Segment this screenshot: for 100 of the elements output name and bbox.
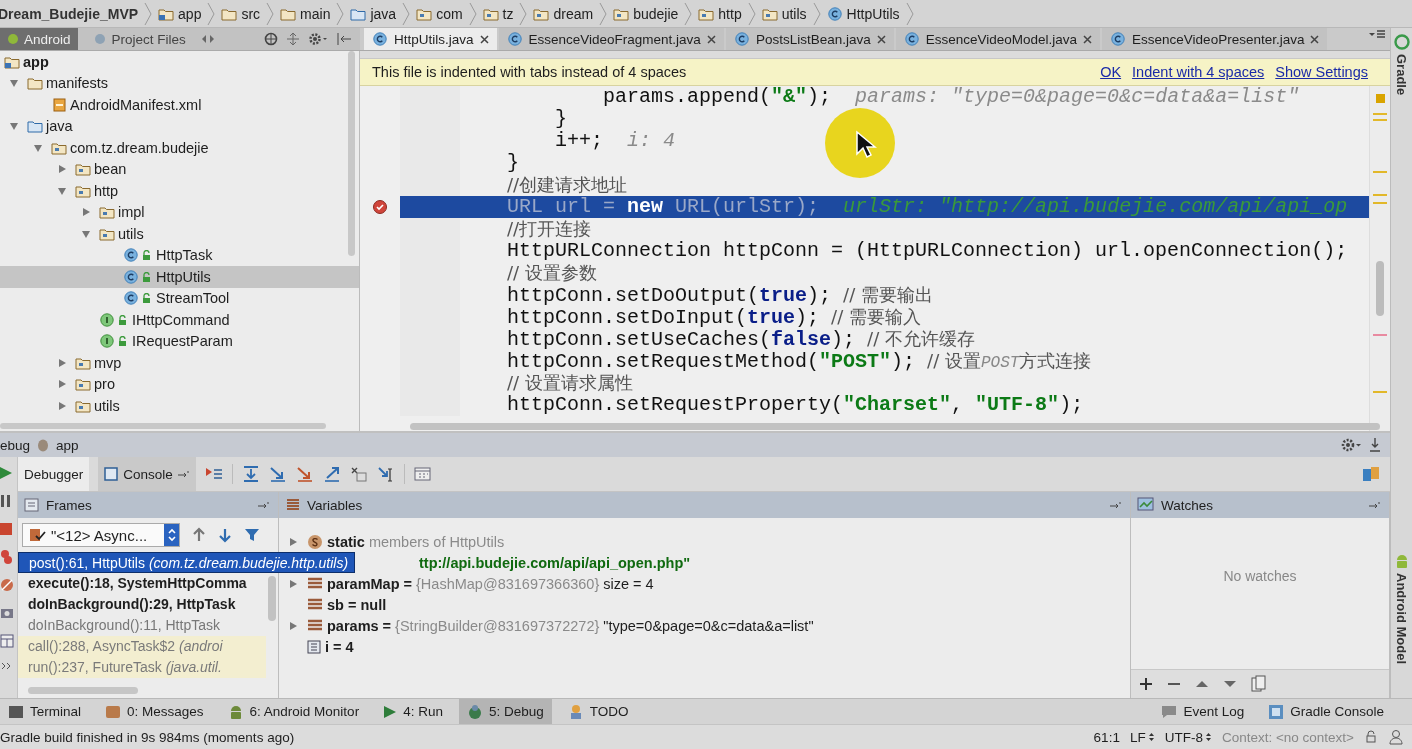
stack-frame[interactable]: call():288, AsyncTask$2 (androi xyxy=(18,636,266,657)
down-arrow-icon[interactable] xyxy=(218,527,232,543)
breadcrumb-item[interactable]: src xyxy=(215,1,275,26)
editor-tab[interactable]: EssenceVideoModel.java xyxy=(895,28,1101,50)
view-tab[interactable]: Android xyxy=(0,28,78,50)
resume-icon[interactable] xyxy=(0,465,14,481)
inspector-icon[interactable] xyxy=(1388,729,1404,745)
tree-item[interactable]: utils xyxy=(0,223,359,245)
scrollbar[interactable] xyxy=(0,423,326,429)
filter-icon[interactable] xyxy=(244,527,260,543)
editor-tab[interactable]: PostsListBean.java xyxy=(725,28,894,50)
stack-frame[interactable]: post():61, HttpUtils (com.tz.dream.budejie.http.utils) xyxy=(18,552,356,573)
tree-item[interactable]: com.tz.dream.budejie xyxy=(0,137,359,159)
pin-icon[interactable] xyxy=(1110,501,1122,509)
add-icon[interactable] xyxy=(1139,677,1153,691)
gear-icon[interactable] xyxy=(1340,437,1362,453)
step-out-icon[interactable] xyxy=(322,466,341,482)
hide-panel-icon[interactable] xyxy=(1368,437,1382,453)
close-icon[interactable] xyxy=(706,34,716,44)
breadcrumb-item[interactable]: http xyxy=(692,1,756,26)
notification-link[interactable]: OK xyxy=(1100,64,1122,80)
drop-frame-icon[interactable] xyxy=(349,466,368,482)
breakpoint-icon[interactable] xyxy=(372,199,388,215)
debugger-tab[interactable]: Console xyxy=(98,457,196,491)
tree-item[interactable]: mvp xyxy=(0,352,359,374)
side-tool-tab[interactable]: Gradle xyxy=(1393,34,1410,96)
encoding-selector[interactable]: UTF-8 xyxy=(1164,729,1212,745)
collapse-icon[interactable] xyxy=(286,32,300,46)
notification-link[interactable]: Show Settings xyxy=(1275,64,1368,80)
variable-row[interactable]: params = {StringBuilder@831697372272} "type=0&page=0&c=data&a=list" xyxy=(279,615,1130,636)
variable-row[interactable]: paramMap = {HashMap@831697366360} size = 4 xyxy=(279,573,1130,594)
force-step-into-icon[interactable] xyxy=(295,466,314,482)
tree-item[interactable]: impl xyxy=(0,201,359,223)
tree-item[interactable]: pro xyxy=(0,373,359,395)
expand-arrow-icon[interactable] xyxy=(9,121,19,132)
tree-item[interactable]: IHttpCommand xyxy=(0,309,359,331)
variable-row[interactable]: ttp://api.budejie.com/api/api_open.php" xyxy=(419,552,691,573)
tool-window-button[interactable]: 5: Debug xyxy=(458,699,552,724)
tree-item[interactable]: java xyxy=(0,115,359,137)
tree-item[interactable]: bean xyxy=(0,158,359,180)
editor-tab[interactable]: HttpUtils.java xyxy=(364,28,497,50)
copy-icon[interactable] xyxy=(1251,675,1267,693)
target-icon[interactable] xyxy=(264,32,278,46)
pin-icon[interactable] xyxy=(177,470,190,478)
tree-item[interactable]: HttpTask xyxy=(0,244,359,266)
tree-item[interactable]: utils xyxy=(0,395,359,417)
view-tab[interactable]: Project Files xyxy=(85,28,193,50)
breakpoints-icon[interactable] xyxy=(0,549,14,565)
breadcrumb-item[interactable]: app xyxy=(152,1,216,26)
breadcrumb-item[interactable]: main xyxy=(274,1,345,26)
tree-item[interactable]: HttpUtils xyxy=(0,266,359,288)
step-over-icon[interactable] xyxy=(241,466,260,482)
breadcrumb-item[interactable]: budejie xyxy=(607,1,693,26)
editor-tab[interactable]: EssenceVideoPresenter.java xyxy=(1102,28,1328,50)
expand-arrow-icon[interactable] xyxy=(288,620,298,631)
layout-icon[interactable] xyxy=(0,633,14,649)
close-icon[interactable] xyxy=(876,34,886,44)
tree-item[interactable]: IRequestParam xyxy=(0,330,359,352)
scrollbar[interactable] xyxy=(1376,261,1384,316)
expand-arrow-icon[interactable] xyxy=(57,379,67,390)
close-icon[interactable] xyxy=(1083,34,1093,44)
variable-row[interactable]: static members of HttpUtils xyxy=(279,531,1130,552)
step-into-icon[interactable] xyxy=(268,466,287,482)
mute-breakpoints-icon[interactable] xyxy=(0,577,14,593)
stack-frame[interactable]: execute():18, SystemHttpComma xyxy=(18,573,266,594)
expand-arrow-icon[interactable] xyxy=(57,164,67,175)
show-execution-point-icon[interactable] xyxy=(204,466,223,482)
breadcrumb-item[interactable]: java xyxy=(344,1,411,26)
scrollbar[interactable] xyxy=(348,51,355,256)
tree-item[interactable]: http xyxy=(0,180,359,202)
scrollbar[interactable] xyxy=(410,423,1380,430)
pin-icon[interactable] xyxy=(258,501,270,509)
tree-item[interactable]: manifests xyxy=(0,72,359,94)
line-separator-selector[interactable]: LF xyxy=(1129,729,1155,745)
gear-icon[interactable] xyxy=(308,32,328,46)
stack-frame[interactable]: doInBackground():29, HttpTask xyxy=(18,594,266,615)
restore-layout-icon[interactable] xyxy=(1362,465,1380,483)
editor-tab[interactable]: EssenceVideoFragment.java xyxy=(498,28,724,50)
hide-panel-icon[interactable] xyxy=(336,32,352,46)
caret-position[interactable]: 61:1 xyxy=(1093,729,1120,745)
tool-window-button[interactable]: 6: Android Monitor xyxy=(219,699,368,724)
side-tool-tab[interactable]: Android Model xyxy=(1393,553,1410,664)
run-to-cursor-icon[interactable] xyxy=(376,466,395,482)
stop-icon[interactable] xyxy=(0,521,14,537)
split-arrows-icon[interactable] xyxy=(200,33,215,45)
tool-window-button[interactable]: Gradle Console xyxy=(1260,699,1392,724)
stack-frame[interactable]: run():237, FutureTask (java.util. xyxy=(18,657,266,678)
variable-row[interactable]: i = 4 xyxy=(279,636,1130,657)
close-icon[interactable] xyxy=(1310,34,1320,44)
tool-window-button[interactable]: 4: Run xyxy=(375,699,451,724)
breadcrumb-item[interactable]: tz xyxy=(476,1,528,26)
close-icon[interactable] xyxy=(479,34,489,44)
scrollbar[interactable] xyxy=(268,576,276,621)
tool-window-button[interactable]: TODO xyxy=(559,699,637,724)
tree-item[interactable]: AndroidManifest.xml xyxy=(0,94,359,116)
expand-arrow-icon[interactable] xyxy=(9,78,19,89)
lock-icon[interactable] xyxy=(1364,730,1378,744)
stack-frame[interactable]: doInBackground():11, HttpTask xyxy=(18,615,266,636)
evaluate-icon[interactable] xyxy=(413,466,432,482)
debugger-tab[interactable]: Debugger xyxy=(18,457,90,491)
